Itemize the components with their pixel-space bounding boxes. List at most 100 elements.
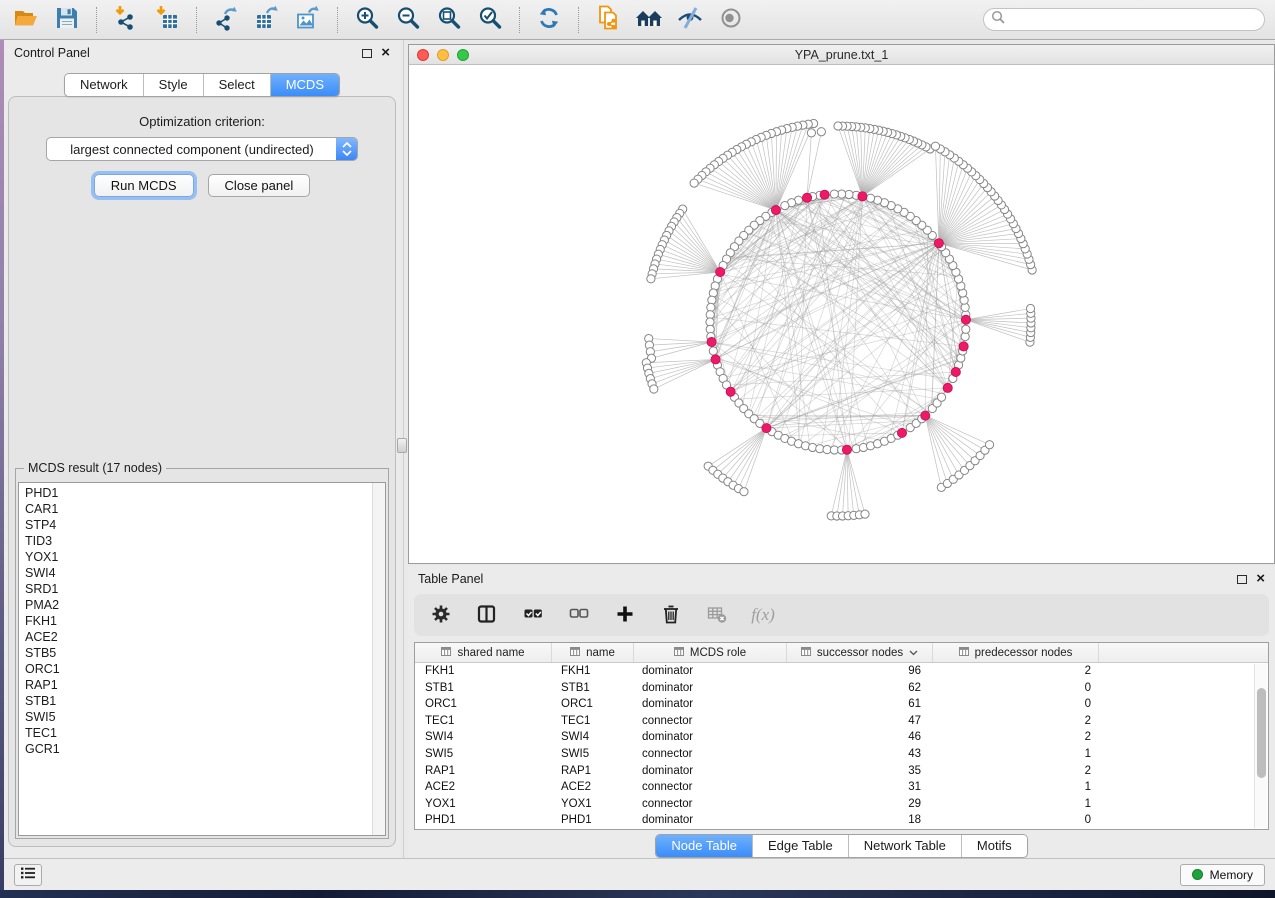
table-row[interactable]: ORC1ORC1dominator610 — [415, 696, 1254, 713]
run-mcds-button[interactable]: Run MCDS — [94, 174, 194, 197]
table-row[interactable]: TEC1TEC1connector472 — [415, 713, 1254, 730]
select-all-rows-button[interactable] — [520, 602, 546, 628]
mcds-result-item[interactable]: RAP1 — [19, 677, 371, 693]
optimization-criterion-select[interactable]: largest connected component (undirected) — [46, 137, 358, 161]
add-column-button[interactable] — [612, 602, 638, 628]
mcds-dominator-node[interactable] — [921, 411, 930, 420]
mcds-result-item[interactable]: CAR1 — [19, 501, 371, 517]
table-row[interactable]: SWI5SWI5connector431 — [415, 746, 1254, 763]
column-header-mcds-role[interactable]: MCDS role — [634, 643, 787, 662]
network-node[interactable] — [817, 128, 825, 136]
mcds-dominator-node[interactable] — [716, 267, 725, 276]
mcds-dominator-node[interactable] — [934, 239, 943, 248]
close-panel-icon[interactable]: × — [381, 48, 390, 58]
function-builder-button[interactable]: f(x) — [750, 602, 776, 628]
mcds-result-item[interactable]: PHD1 — [19, 485, 371, 501]
tab-network[interactable]: Network — [65, 74, 144, 96]
import-network-button[interactable] — [110, 5, 142, 35]
float-panel-icon[interactable] — [362, 49, 372, 58]
tab-select[interactable]: Select — [204, 74, 271, 96]
float-table-panel-icon[interactable] — [1237, 575, 1247, 584]
first-neighbors-button[interactable] — [633, 5, 665, 35]
mcds-result-item[interactable]: STP4 — [19, 517, 371, 533]
table-row[interactable]: RAP1RAP1dominator352 — [415, 763, 1254, 780]
memory-button[interactable]: Memory — [1180, 864, 1265, 886]
export-network-button[interactable] — [210, 5, 242, 35]
table-row[interactable]: STB1STB1dominator620 — [415, 680, 1254, 697]
mcds-dominator-node[interactable] — [858, 192, 867, 201]
network-node[interactable] — [690, 179, 698, 187]
network-node[interactable] — [647, 275, 655, 283]
close-panel-button[interactable]: Close panel — [208, 174, 311, 197]
tab-network-table[interactable]: Network Table — [849, 835, 962, 857]
table-row[interactable]: PHD1PHD1dominator180 — [415, 812, 1254, 829]
mcds-dominator-node[interactable] — [820, 190, 829, 199]
search-field[interactable] — [983, 8, 1265, 31]
tab-motifs[interactable]: Motifs — [962, 835, 1027, 857]
network-node[interactable] — [807, 129, 815, 137]
zoom-out-button[interactable] — [392, 5, 424, 35]
table-row[interactable]: FKH1FKH1dominator962 — [415, 663, 1254, 680]
mcds-dominator-node[interactable] — [897, 428, 906, 437]
export-table-button[interactable] — [251, 5, 283, 35]
task-history-button[interactable] — [14, 864, 42, 886]
mcds-dominator-node[interactable] — [802, 193, 811, 202]
column-header-predecessor-nodes[interactable]: predecessor nodes — [933, 643, 1099, 662]
mcds-result-item[interactable]: FKH1 — [19, 613, 371, 629]
mcds-list-scrollbar[interactable] — [372, 483, 385, 835]
network-node[interactable] — [709, 347, 717, 355]
table-scrollbar[interactable] — [1254, 664, 1267, 828]
zoom-in-button[interactable] — [351, 5, 383, 35]
mcds-dominator-node[interactable] — [961, 315, 970, 324]
mcds-result-item[interactable]: TEC1 — [19, 725, 371, 741]
network-node[interactable] — [937, 393, 945, 401]
mcds-dominator-node[interactable] — [762, 424, 771, 433]
mcds-dominator-node[interactable] — [726, 387, 735, 396]
mcds-result-item[interactable]: YOX1 — [19, 549, 371, 565]
table-scrollbar-thumb[interactable] — [1257, 688, 1266, 778]
tab-edge-table[interactable]: Edge Table — [753, 835, 849, 857]
column-header-shared-name[interactable]: shared name — [415, 643, 552, 662]
mcds-result-item[interactable]: PMA2 — [19, 597, 371, 613]
network-node[interactable] — [781, 201, 789, 209]
mcds-result-item[interactable]: SRD1 — [19, 581, 371, 597]
tab-mcds[interactable]: MCDS — [271, 74, 339, 96]
table-row[interactable]: ACE2ACE2connector311 — [415, 779, 1254, 796]
network-node[interactable] — [962, 325, 970, 333]
search-input[interactable] — [1010, 13, 1257, 27]
open-session-button[interactable] — [10, 5, 42, 35]
mcds-result-list[interactable]: PHD1CAR1STP4TID3YOX1SWI4SRD1PMA2FKH1ACE2… — [18, 482, 386, 836]
mcds-dominator-node[interactable] — [951, 367, 960, 376]
save-session-button[interactable] — [51, 5, 83, 35]
network-node[interactable] — [931, 142, 939, 150]
tab-style[interactable]: Style — [144, 74, 204, 96]
vertical-splitter-handle[interactable] — [397, 438, 407, 453]
mcds-dominator-node[interactable] — [771, 205, 780, 214]
show-hidden-button[interactable] — [715, 5, 747, 35]
network-node[interactable] — [861, 510, 869, 518]
deselect-all-rows-button[interactable] — [566, 602, 592, 628]
toggle-columns-button[interactable] — [474, 602, 500, 628]
refresh-button[interactable] — [533, 5, 565, 35]
close-table-panel-icon[interactable]: × — [1256, 574, 1265, 584]
network-canvas[interactable] — [409, 65, 1274, 563]
zoom-selected-button[interactable] — [474, 5, 506, 35]
mcds-result-item[interactable]: GCR1 — [19, 741, 371, 757]
table-row[interactable]: SWI4SWI4dominator462 — [415, 729, 1254, 746]
mcds-result-item[interactable]: ACE2 — [19, 629, 371, 645]
mcds-dominator-node[interactable] — [711, 355, 720, 364]
mcds-dominator-node[interactable] — [842, 445, 851, 454]
new-network-from-selection-button[interactable] — [592, 5, 624, 35]
delete-columns-button[interactable] — [658, 602, 684, 628]
column-settings-button[interactable] — [428, 602, 454, 628]
export-image-button[interactable] — [292, 5, 324, 35]
import-table-button[interactable] — [151, 5, 183, 35]
tab-node-table[interactable]: Node Table — [656, 835, 753, 857]
mcds-result-item[interactable]: STB5 — [19, 645, 371, 661]
mcds-result-item[interactable]: SWI5 — [19, 709, 371, 725]
delete-table-button[interactable] — [704, 602, 730, 628]
mcds-result-item[interactable]: SWI4 — [19, 565, 371, 581]
table-row[interactable]: YOX1YOX1connector291 — [415, 796, 1254, 813]
network-node[interactable] — [866, 194, 874, 202]
network-node[interactable] — [830, 190, 838, 198]
